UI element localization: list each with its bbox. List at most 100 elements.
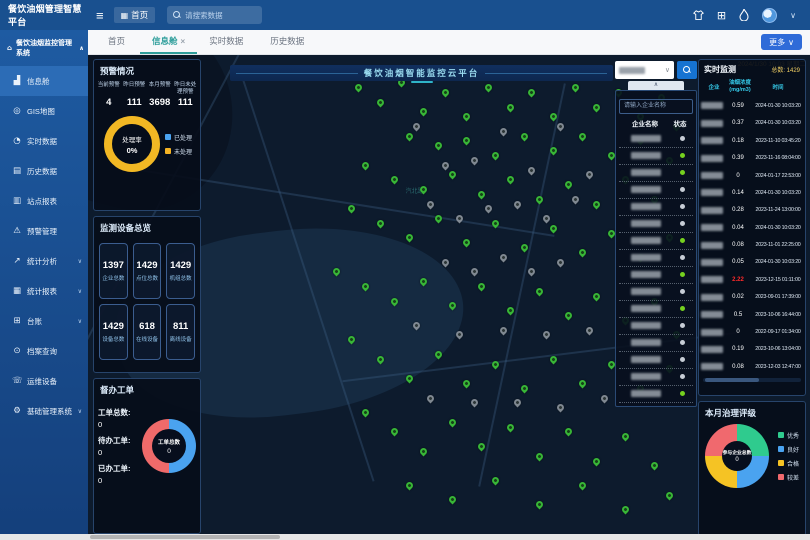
table-row[interactable]: 2.22 2023-12-15 01:11:00 — [699, 271, 805, 288]
table-row[interactable]: 0.14 2024-01-30 10:03:20 — [699, 184, 805, 201]
map-pin[interactable] — [476, 189, 486, 199]
map-pin[interactable] — [498, 325, 508, 335]
map-pin[interactable] — [513, 199, 523, 209]
map-pin[interactable] — [433, 349, 443, 359]
map-pin[interactable] — [448, 495, 458, 505]
map-pin[interactable] — [578, 480, 588, 490]
enterprise-search-button[interactable] — [677, 61, 697, 79]
map-pin[interactable] — [433, 214, 443, 224]
table-row[interactable]: 0.28 2023-11-24 13:00:00 — [699, 202, 805, 219]
map-pin[interactable] — [448, 417, 458, 427]
more-button[interactable]: 更多 ∨ — [761, 34, 802, 50]
enterprise-row[interactable] — [619, 250, 693, 267]
map-pin[interactable] — [541, 214, 551, 224]
enterprise-select[interactable]: ∨ — [615, 61, 674, 79]
map-pin[interactable] — [426, 393, 436, 403]
collapse-handle[interactable]: ∧ — [628, 81, 684, 90]
map-pin[interactable] — [520, 243, 530, 253]
table-row[interactable]: 0.08 2023-12-03 12:47:00 — [699, 358, 805, 375]
map-pin[interactable] — [664, 490, 674, 500]
map-pin[interactable] — [578, 248, 588, 258]
map-pin[interactable] — [361, 408, 371, 418]
device-stat-box[interactable]: 1429 点位总数 — [133, 243, 162, 299]
sidebar-item[interactable]: ▤ 历史数据 — [0, 156, 88, 186]
sidebar-item[interactable]: ▦ 统计报表 ∨ — [0, 276, 88, 306]
table-row[interactable]: 0.02 2023-09-01 17:39:00 — [699, 289, 805, 306]
sidebar-system-header[interactable]: ⌂ 餐饮油烟监控管理系统 ∧ — [0, 30, 88, 66]
avatar[interactable] — [762, 8, 777, 23]
map-pin[interactable] — [361, 160, 371, 170]
map-pin[interactable] — [563, 180, 573, 190]
map-pin[interactable] — [390, 296, 400, 306]
device-stat-box[interactable]: 811 离线设备 — [166, 304, 195, 360]
map-pin[interactable] — [491, 359, 501, 369]
table-row[interactable]: 0 2022-09-17 01:34:00 — [699, 323, 805, 340]
map-pin[interactable] — [469, 155, 479, 165]
enterprise-row[interactable] — [619, 267, 693, 284]
map-pin[interactable] — [556, 257, 566, 267]
map-pin[interactable] — [484, 83, 494, 93]
sidebar-item[interactable]: ◎ GIS地图 — [0, 96, 88, 126]
enterprise-row[interactable] — [619, 352, 693, 369]
map-pin[interactable] — [563, 427, 573, 437]
map-pin[interactable] — [419, 184, 429, 194]
map-pin[interactable] — [346, 335, 356, 345]
map-pin[interactable] — [520, 383, 530, 393]
global-search-input[interactable] — [185, 11, 255, 20]
map-pin[interactable] — [599, 393, 609, 403]
sidebar-item[interactable]: ↗ 统计分析 ∨ — [0, 246, 88, 276]
map-pin[interactable] — [476, 281, 486, 291]
map-pin[interactable] — [419, 277, 429, 287]
map-pin[interactable] — [585, 325, 595, 335]
map-pin[interactable] — [585, 170, 595, 180]
map-pin[interactable] — [527, 165, 537, 175]
map-pin[interactable] — [541, 330, 551, 340]
table-row[interactable]: 0.39 2023-11-16 08:04:00 — [699, 149, 805, 166]
map-pin[interactable] — [549, 354, 559, 364]
map-pin[interactable] — [563, 311, 573, 321]
enterprise-row[interactable] — [619, 301, 693, 318]
map-pin[interactable] — [484, 204, 494, 214]
map-pin[interactable] — [426, 199, 436, 209]
map-pin[interactable] — [556, 403, 566, 413]
map-pin[interactable] — [534, 194, 544, 204]
map-pin[interactable] — [570, 194, 580, 204]
enterprise-row[interactable] — [619, 318, 693, 335]
map-pin[interactable] — [375, 218, 385, 228]
table-row[interactable]: 0.19 2023-10-06 13:04:00 — [699, 341, 805, 358]
map-pin[interactable] — [592, 102, 602, 112]
map-pin[interactable] — [462, 378, 472, 388]
uniform-icon[interactable] — [693, 10, 704, 21]
map-pin[interactable] — [534, 500, 544, 510]
apps-grid-icon[interactable]: ⊞ — [717, 10, 726, 21]
map-pin[interactable] — [404, 480, 414, 490]
map-pin[interactable] — [621, 432, 631, 442]
map-pin[interactable] — [476, 442, 486, 452]
device-stat-box[interactable]: 618 在线设备 — [133, 304, 162, 360]
map-pin[interactable] — [390, 175, 400, 185]
table-row[interactable]: 0.04 2024-01-30 10:03:20 — [699, 219, 805, 236]
table-row[interactable]: 0.08 2023-11-01 22:25:00 — [699, 236, 805, 253]
map-pin[interactable] — [462, 238, 472, 248]
map-pin[interactable] — [505, 422, 515, 432]
hamburger-icon[interactable]: ≡ — [96, 8, 104, 23]
map-pin[interactable] — [404, 131, 414, 141]
map-pin[interactable] — [527, 87, 537, 97]
table-row[interactable]: 0 2024-01-17 22:53:00 — [699, 167, 805, 184]
sidebar-item[interactable]: ⚙ 基础管理系统 ∨ — [0, 396, 88, 426]
map-pin[interactable] — [570, 83, 580, 93]
sidebar-item[interactable]: ⚠ 预警管理 — [0, 216, 88, 246]
map-pin[interactable] — [505, 175, 515, 185]
map-pin[interactable] — [375, 97, 385, 107]
enterprise-row[interactable] — [619, 199, 693, 216]
tab-close-icon[interactable]: × — [181, 37, 186, 46]
map-pin[interactable] — [390, 427, 400, 437]
sidebar-item[interactable]: ☏ 运维设备 — [0, 366, 88, 396]
map-pin[interactable] — [578, 378, 588, 388]
map-pin[interactable] — [469, 267, 479, 277]
map-pin[interactable] — [354, 83, 364, 93]
map-pin[interactable] — [448, 170, 458, 180]
table-row[interactable]: 0.37 2024-01-30 10:03:20 — [699, 115, 805, 132]
map-pin[interactable] — [534, 286, 544, 296]
map-pin[interactable] — [491, 151, 501, 161]
